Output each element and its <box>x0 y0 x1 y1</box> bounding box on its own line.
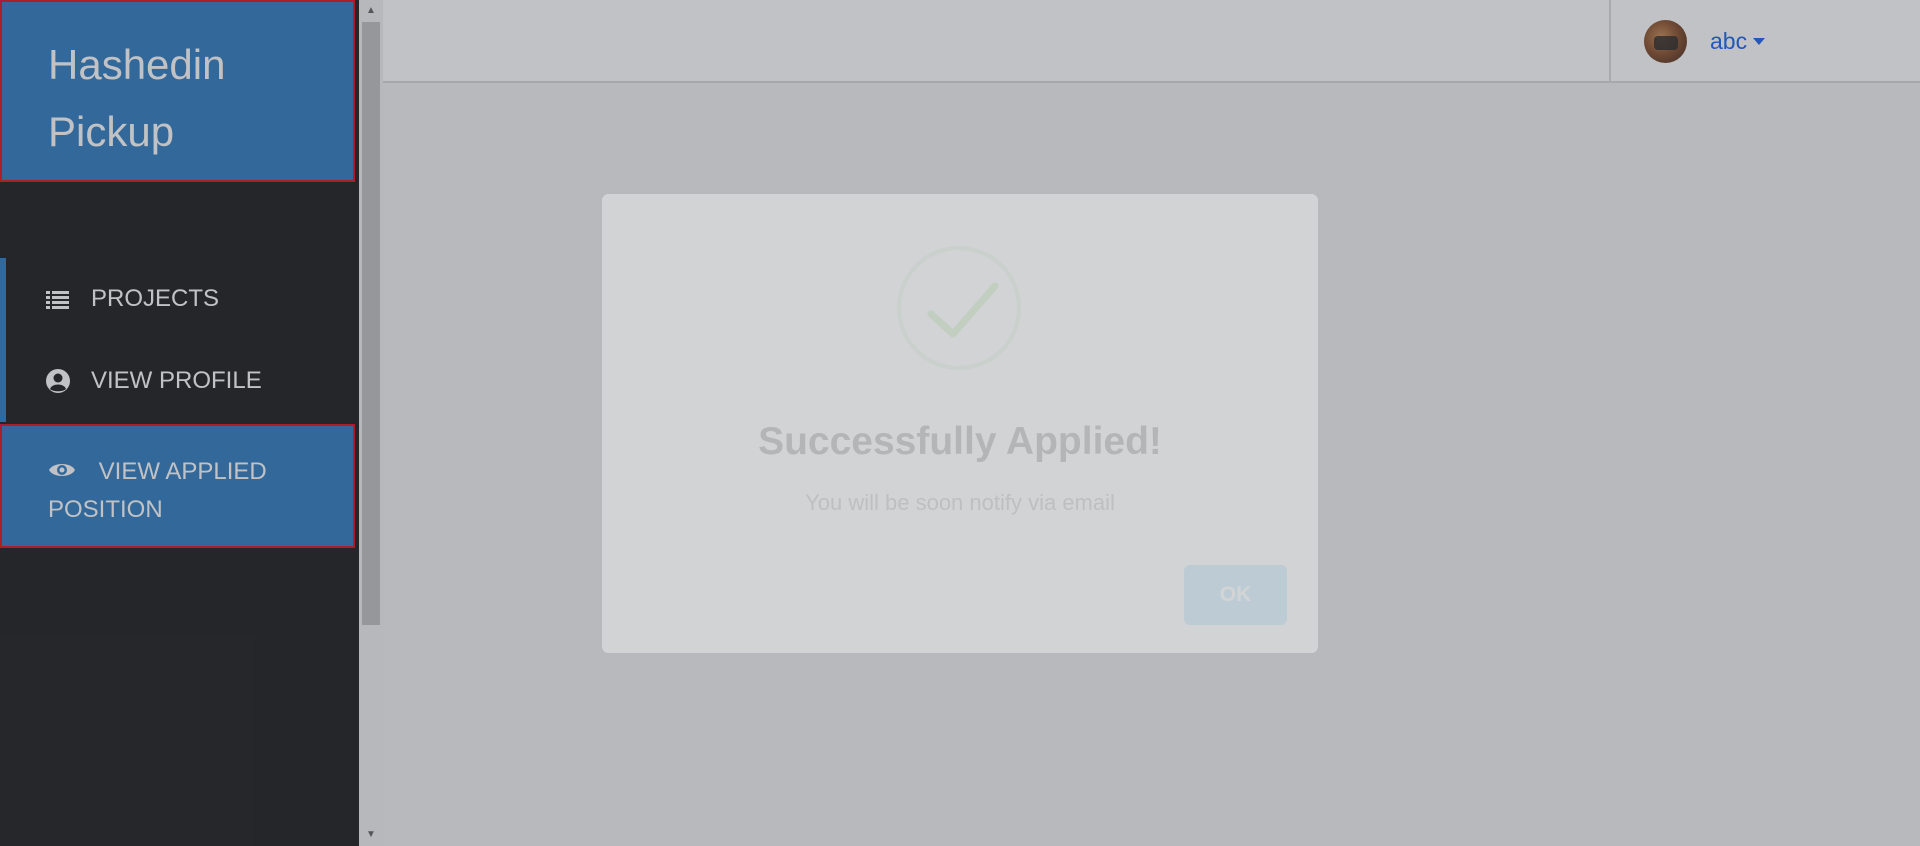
dialog-message: You will be soon notify via email <box>805 490 1115 515</box>
ok-button[interactable]: OK <box>1184 565 1287 625</box>
app-window: Hashedin Pickup PROJECTS VIEW PROFILE VI… <box>0 0 1920 846</box>
success-check-icon <box>897 246 1021 370</box>
success-dialog: Successfully Applied! You will be soon n… <box>602 194 1318 653</box>
dialog-title: Successfully Applied! <box>758 420 1162 463</box>
